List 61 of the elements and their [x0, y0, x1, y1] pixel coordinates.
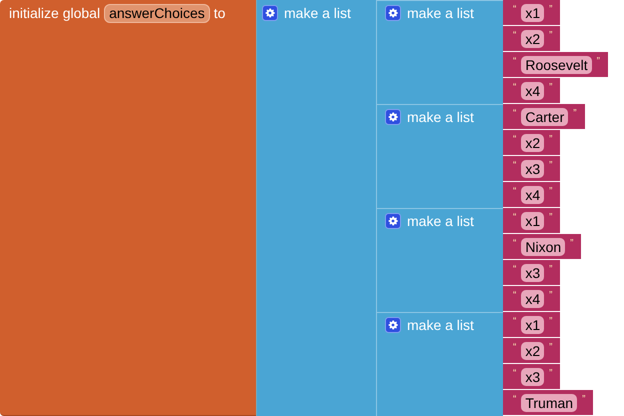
- quote-mark: “: [513, 342, 516, 353]
- text-field[interactable]: x4: [521, 290, 544, 308]
- quote-mark: ”: [549, 316, 552, 327]
- quote-mark: “: [513, 4, 516, 15]
- text-field[interactable]: x3: [521, 264, 544, 282]
- text-field[interactable]: x3: [521, 160, 544, 178]
- block-label: make a list: [407, 213, 474, 229]
- text-field[interactable]: x2: [521, 30, 544, 48]
- quote-mark: “: [513, 134, 516, 145]
- text-field[interactable]: x1: [521, 316, 544, 334]
- quote-mark: “: [513, 264, 516, 275]
- gear-icon[interactable]: [385, 213, 401, 229]
- text-field[interactable]: x2: [521, 342, 544, 360]
- quote-mark: “: [513, 82, 516, 93]
- block-label: initialize global: [9, 5, 100, 21]
- text-field[interactable]: Nixon: [521, 238, 566, 256]
- text-field[interactable]: Carter: [521, 108, 568, 126]
- quote-mark: ”: [549, 134, 552, 145]
- text-field[interactable]: x1: [521, 212, 544, 230]
- text-field[interactable]: Truman: [521, 394, 578, 412]
- text-field[interactable]: x4: [521, 186, 544, 204]
- quote-mark: ”: [549, 342, 552, 353]
- quote-mark: “: [513, 394, 516, 405]
- block-label: make a list: [407, 317, 474, 333]
- quote-mark: “: [513, 30, 516, 41]
- quote-mark: “: [513, 108, 516, 119]
- variable-name-field[interactable]: answerChoices: [104, 4, 210, 22]
- block-label: make a list: [407, 109, 474, 125]
- gear-icon[interactable]: [262, 5, 278, 21]
- quote-mark: ”: [549, 30, 552, 41]
- quote-mark: ”: [582, 394, 586, 405]
- quote-mark: “: [513, 368, 516, 379]
- quote-mark: ”: [596, 56, 600, 67]
- quote-mark: ”: [549, 368, 552, 379]
- quote-mark: “: [513, 160, 516, 171]
- quote-mark: “: [513, 316, 516, 327]
- text-field[interactable]: x3: [521, 368, 544, 386]
- quote-mark: “: [513, 290, 516, 301]
- quote-mark: ”: [549, 160, 552, 171]
- text-field[interactable]: x1: [521, 4, 544, 22]
- quote-mark: “: [513, 56, 516, 67]
- block-label: make a list: [284, 5, 351, 21]
- quote-mark: “: [513, 238, 516, 249]
- gear-icon[interactable]: [385, 5, 401, 21]
- quote-mark: “: [513, 212, 516, 223]
- text-field[interactable]: x2: [521, 134, 544, 152]
- text-field[interactable]: x4: [521, 82, 544, 100]
- quote-mark: ”: [549, 186, 552, 197]
- block-label: make a list: [407, 5, 474, 21]
- quote-mark: ”: [570, 238, 574, 249]
- block-label: to: [214, 5, 226, 21]
- quote-mark: ”: [549, 82, 552, 93]
- quote-mark: ”: [549, 212, 552, 223]
- quote-mark: “: [513, 186, 516, 197]
- gear-icon[interactable]: [385, 317, 401, 333]
- quote-mark: ”: [549, 4, 552, 15]
- text-field[interactable]: Roosevelt: [521, 56, 592, 74]
- quote-mark: ”: [573, 108, 577, 119]
- gear-icon[interactable]: [385, 109, 401, 125]
- quote-mark: ”: [549, 290, 552, 301]
- quote-mark: ”: [549, 264, 552, 275]
